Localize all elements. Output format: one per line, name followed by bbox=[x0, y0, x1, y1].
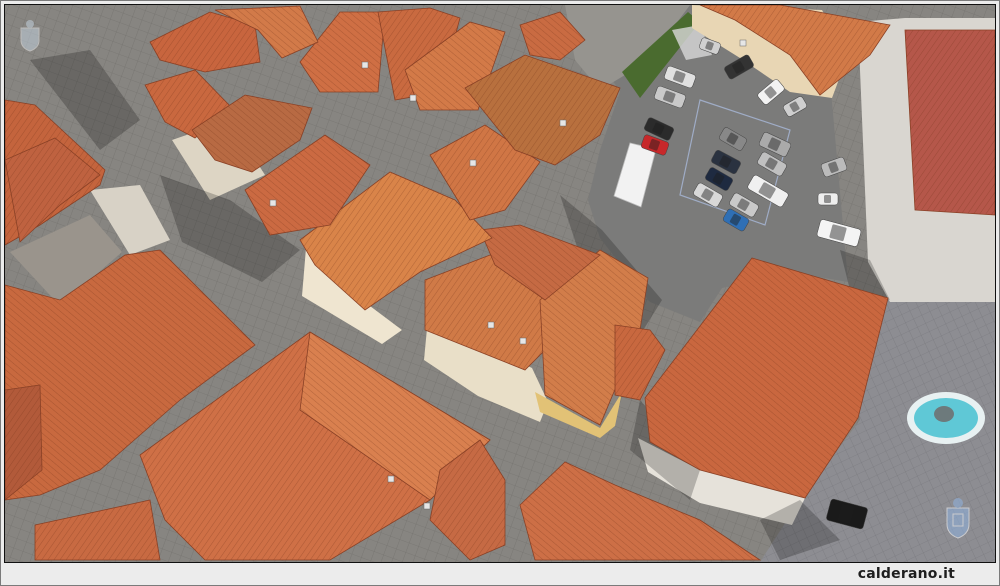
skylight bbox=[739, 39, 747, 47]
car bbox=[817, 192, 839, 206]
photo-frame: calderano.it bbox=[0, 0, 1000, 586]
aerial-rooftops-scene bbox=[5, 5, 995, 562]
skylight bbox=[361, 61, 369, 69]
roof bbox=[904, 29, 995, 216]
skylight bbox=[387, 475, 395, 483]
site-caption: calderano.it bbox=[857, 566, 955, 582]
fountain bbox=[907, 392, 985, 444]
skylight bbox=[409, 94, 417, 102]
caption-bar: calderano.it bbox=[5, 564, 995, 584]
aerial-town-photo bbox=[4, 4, 996, 563]
skylight bbox=[423, 502, 431, 510]
skylight bbox=[469, 159, 477, 167]
skylight bbox=[487, 321, 495, 329]
skylight bbox=[269, 199, 277, 207]
skylight bbox=[559, 119, 567, 127]
skylight bbox=[519, 337, 527, 345]
fountain-statue bbox=[934, 406, 954, 422]
